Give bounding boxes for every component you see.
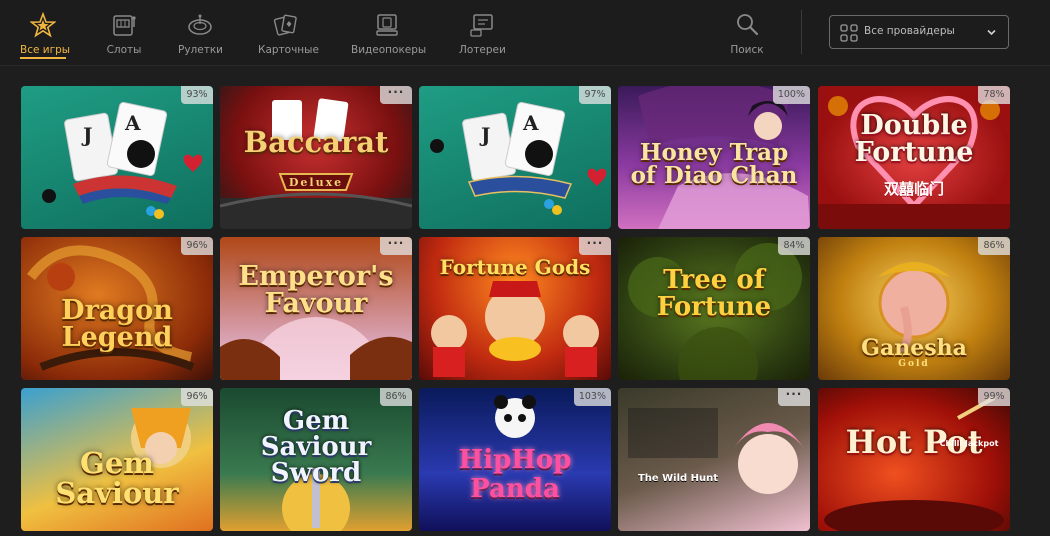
- tab-card-games[interactable]: Карточные: [258, 8, 319, 62]
- rtp-badge: 97%: [579, 86, 611, 104]
- game-title: Honey Trap of Diao Chan: [630, 139, 798, 189]
- rtp-badge: 100%: [772, 86, 810, 104]
- provider-select-value: Все провайдеры: [864, 25, 955, 37]
- game-title: HipHop Panda: [458, 445, 572, 504]
- rtp-badge: 96%: [181, 237, 213, 255]
- rtp-badge: 84%: [778, 237, 810, 255]
- rtp-badge: 103%: [573, 388, 611, 406]
- roulette-icon: [188, 14, 212, 35]
- game-title: Ganesha: [861, 335, 967, 361]
- game-title: Baccarat: [243, 125, 389, 159]
- cards-icon: [273, 14, 297, 36]
- svg-text:J: J: [81, 123, 92, 147]
- tab-lotteries[interactable]: Лотереи: [459, 8, 506, 62]
- rtp-badge: 99%: [978, 388, 1010, 406]
- rtp-badge: 86%: [978, 237, 1010, 255]
- game-art: [628, 408, 804, 494]
- rtp-badge: 96%: [181, 388, 213, 406]
- game-art: J A: [42, 101, 203, 219]
- rtp-badge: 93%: [181, 86, 213, 104]
- game-tile-tree-of-fortune[interactable]: Tree of Fortune 84%: [618, 237, 810, 380]
- tab-label: Лотереи: [459, 44, 506, 56]
- game-subtitle: Deluxe: [288, 176, 344, 189]
- game-tile-baccarat[interactable]: Baccarat Deluxe ···: [220, 86, 412, 229]
- game-tile-emperors-favour[interactable]: Emperor's Favour ···: [220, 237, 412, 380]
- tab-slots[interactable]: Слоты: [104, 8, 144, 62]
- provider-select[interactable]: Все провайдеры: [829, 15, 1009, 49]
- tab-label: Слоты: [106, 44, 142, 56]
- game-art: J A: [430, 101, 607, 215]
- tab-label: Рулетки: [178, 44, 223, 56]
- game-tile-the-wild-hunt[interactable]: The Wild Hunt ···: [618, 388, 810, 531]
- providers-icon: [840, 24, 858, 42]
- game-tile-fortune-gods[interactable]: Fortune Gods ···: [419, 237, 611, 380]
- more-options-button[interactable]: ···: [380, 86, 412, 104]
- tab-video-poker[interactable]: Видеопокеры: [351, 8, 427, 62]
- game-tile-dragon-legend[interactable]: Dragon Legend 96%: [21, 237, 213, 380]
- search-button[interactable]: Поиск: [728, 8, 766, 62]
- game-tile-hot-pot[interactable]: Hot Pot Chilli Jackpot 99%: [818, 388, 1010, 531]
- svg-text:J: J: [479, 123, 490, 147]
- video-poker-icon: [376, 14, 398, 36]
- game-tile-double-fortune[interactable]: Double Fortune 双囍临门 78%: [818, 86, 1010, 229]
- search-icon: [737, 14, 759, 36]
- game-tile-gem-saviour-sword[interactable]: Gem Saviour Sword 86%: [220, 388, 412, 531]
- more-options-button[interactable]: ···: [778, 388, 810, 406]
- rtp-badge: 86%: [380, 388, 412, 406]
- game-subtitle: 双囍临门: [883, 180, 944, 198]
- game-subtitle: Gold: [898, 359, 930, 369]
- game-tile-blackjack[interactable]: J A 93%: [21, 86, 213, 229]
- tab-roulettes[interactable]: Рулетки: [178, 8, 223, 62]
- game-tile-ganesha-gold[interactable]: Ganesha Gold 86%: [818, 237, 1010, 380]
- game-title: Gem Saviour: [55, 446, 179, 511]
- game-tile-hiphop-panda[interactable]: HipHop Panda 103%: [419, 388, 611, 531]
- svg-text:A: A: [124, 111, 141, 135]
- star-icon: [30, 12, 56, 38]
- rtp-badge: 78%: [978, 86, 1010, 104]
- top-navigation: Все игры Слоты Рулетки Карточные Видеопо…: [0, 0, 1050, 66]
- tab-label: Видеопокеры: [351, 44, 427, 56]
- tab-label: Все игры: [20, 44, 71, 56]
- chevron-down-icon: [987, 29, 996, 36]
- game-title: The Wild Hunt: [637, 473, 719, 484]
- tab-label: Карточные: [258, 44, 319, 56]
- game-title: Gem Saviour Sword: [260, 406, 372, 488]
- game-tile-diao-chan[interactable]: Honey Trap of Diao Chan 100%: [618, 86, 810, 229]
- svg-text:A: A: [522, 111, 539, 135]
- lottery-icon: [470, 14, 493, 37]
- game-title: Tree of Fortune: [656, 265, 772, 323]
- game-title: Dragon Legend: [61, 295, 173, 353]
- search-label: Поиск: [730, 44, 764, 56]
- tab-all-games[interactable]: Все игры: [20, 8, 71, 62]
- game-title: Fortune Gods: [439, 255, 591, 279]
- game-title: Double Fortune: [854, 110, 974, 168]
- game-tile-gem-saviour[interactable]: Gem Saviour 96%: [21, 388, 213, 531]
- more-options-button[interactable]: ···: [579, 237, 611, 255]
- game-title: Emperor's Favour: [238, 261, 394, 319]
- nav-divider: [801, 10, 802, 54]
- game-tile-european-blackjack[interactable]: J A 97%: [419, 86, 611, 229]
- game-subtitle: Chilli Jackpot: [939, 439, 999, 448]
- more-options-button[interactable]: ···: [380, 237, 412, 255]
- slot-machine-icon: [113, 15, 136, 36]
